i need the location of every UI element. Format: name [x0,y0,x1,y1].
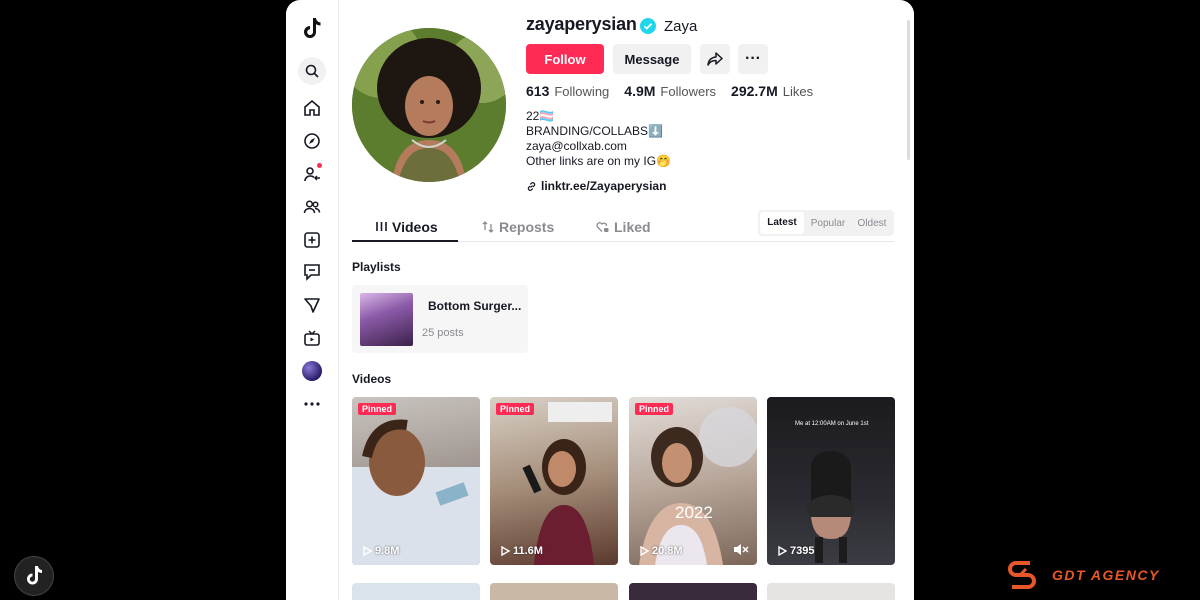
share-button[interactable] [700,44,730,74]
heart-lock-icon [596,221,609,232]
video-thumbnail [522,402,612,565]
home-icon[interactable] [298,94,326,122]
sort-oldest[interactable]: Oldest [850,218,894,229]
profile-avatar-icon[interactable] [302,361,322,381]
follow-button[interactable]: Follow [526,44,604,74]
followers-stat[interactable]: 4.9M Followers [624,83,716,99]
following-icon[interactable] [298,160,326,188]
playlist-card[interactable]: Bottom Surger... 25 posts [352,285,528,353]
tab-reposts[interactable]: Reposts [482,213,554,240]
video-card[interactable]: Me at 12:00AM on June 1st 7395 [767,397,895,565]
playlist-thumbnail [360,293,413,346]
tab-liked-label: Liked [614,218,651,235]
tiktok-corner-logo-icon [14,556,54,596]
play-icon [363,546,372,556]
sort-toggle: Latest Popular Oldest [758,210,894,236]
video-thumbnail [639,407,757,565]
profile-link[interactable]: linktr.ee/Zayaperysian [526,179,666,193]
verified-badge-icon [640,18,656,39]
videos-heading: Videos [352,372,392,386]
messages-icon[interactable] [298,291,326,319]
tab-liked[interactable]: Liked [596,213,651,240]
sort-popular[interactable]: Popular [806,218,850,229]
following-count: 613 [526,83,550,99]
video-card[interactable] [490,583,618,600]
view-count: 9.8M [362,545,399,557]
pinned-badge: Pinned [635,403,674,415]
following-label: Following [554,84,610,99]
profile-stats: 613 Following 4.9M Followers 292.7M Likes [526,83,813,99]
tab-videos-label: Videos [392,218,438,235]
tiktok-window: zayaperysian Zaya Follow Message ··· 613… [286,0,914,600]
tab-videos[interactable]: Videos [376,213,438,240]
message-button[interactable]: Message [613,44,691,74]
bio-line: 22🏳️‍⚧️ [526,109,555,123]
scrollbar[interactable] [907,20,910,160]
video-overlay-text: 2022 [675,503,713,522]
likes-label: Likes [782,84,814,99]
profile-link-text: linktr.ee/Zayaperysian [541,179,667,193]
video-thumbnail [352,419,480,565]
bio-line: BRANDING/COLLABS⬇️ [526,124,663,138]
video-card[interactable] [767,583,895,600]
video-card[interactable]: Pinned 9.8M [352,397,480,565]
more-options-button[interactable]: ··· [738,44,768,74]
explore-icon[interactable] [298,127,326,155]
repost-icon [482,220,494,233]
more-icon[interactable] [298,390,326,418]
live-icon[interactable] [298,324,326,352]
bio-line: zaya@collxab.com [526,139,627,153]
friends-icon[interactable] [298,193,326,221]
pinned-badge: Pinned [358,403,397,415]
tab-reposts-label: Reposts [499,218,555,235]
video-card[interactable] [352,583,480,600]
playlist-post-count: 25 posts [422,327,464,339]
play-icon [778,546,787,556]
video-card[interactable]: Pinned 11.6M [490,397,618,565]
likes-stat: 292.7M Likes [731,83,813,99]
gdt-logo-icon [1008,561,1036,589]
notification-dot [317,163,322,168]
upload-icon[interactable] [298,226,326,254]
play-icon [501,546,510,556]
username: zayaperysian [526,14,637,34]
sidebar [286,0,339,600]
profile-bio: 22🏳️‍⚧️ BRANDING/COLLABS⬇️ zaya@collxab.… [526,109,671,169]
playlist-title: Bottom Surger... [428,299,522,313]
nickname: Zaya [664,18,698,35]
grid-icon [376,222,387,231]
brand-watermark: GDT AGENCY [1004,557,1160,593]
brand-name: GDT AGENCY [1052,567,1160,583]
followers-label: Followers [660,84,717,99]
pinned-badge: Pinned [496,403,535,415]
inbox-icon[interactable] [298,258,326,286]
link-icon [527,181,536,191]
muted-icon[interactable] [733,543,749,556]
video-card[interactable] [629,583,757,600]
sort-latest[interactable]: Latest [760,212,804,234]
followers-count: 4.9M [624,83,656,99]
play-icon [640,546,649,556]
likes-count: 292.7M [731,83,778,99]
active-tab-underline [352,240,458,242]
video-card[interactable]: Pinned 2022 20.8M [629,397,757,565]
bio-line: Other links are on my IG🤭 [526,154,671,168]
playlists-heading: Playlists [352,260,401,274]
following-stat[interactable]: 613 Following [526,83,609,99]
view-count: 7395 [777,545,814,557]
video-caption: Me at 12:00AM on June 1st [795,421,869,427]
share-icon [707,52,723,66]
view-count: 20.8M [639,545,683,557]
profile-avatar [352,28,506,182]
view-count: 11.6M [500,545,543,557]
tiktok-logo-icon[interactable] [298,14,326,42]
search-icon[interactable] [298,57,326,85]
